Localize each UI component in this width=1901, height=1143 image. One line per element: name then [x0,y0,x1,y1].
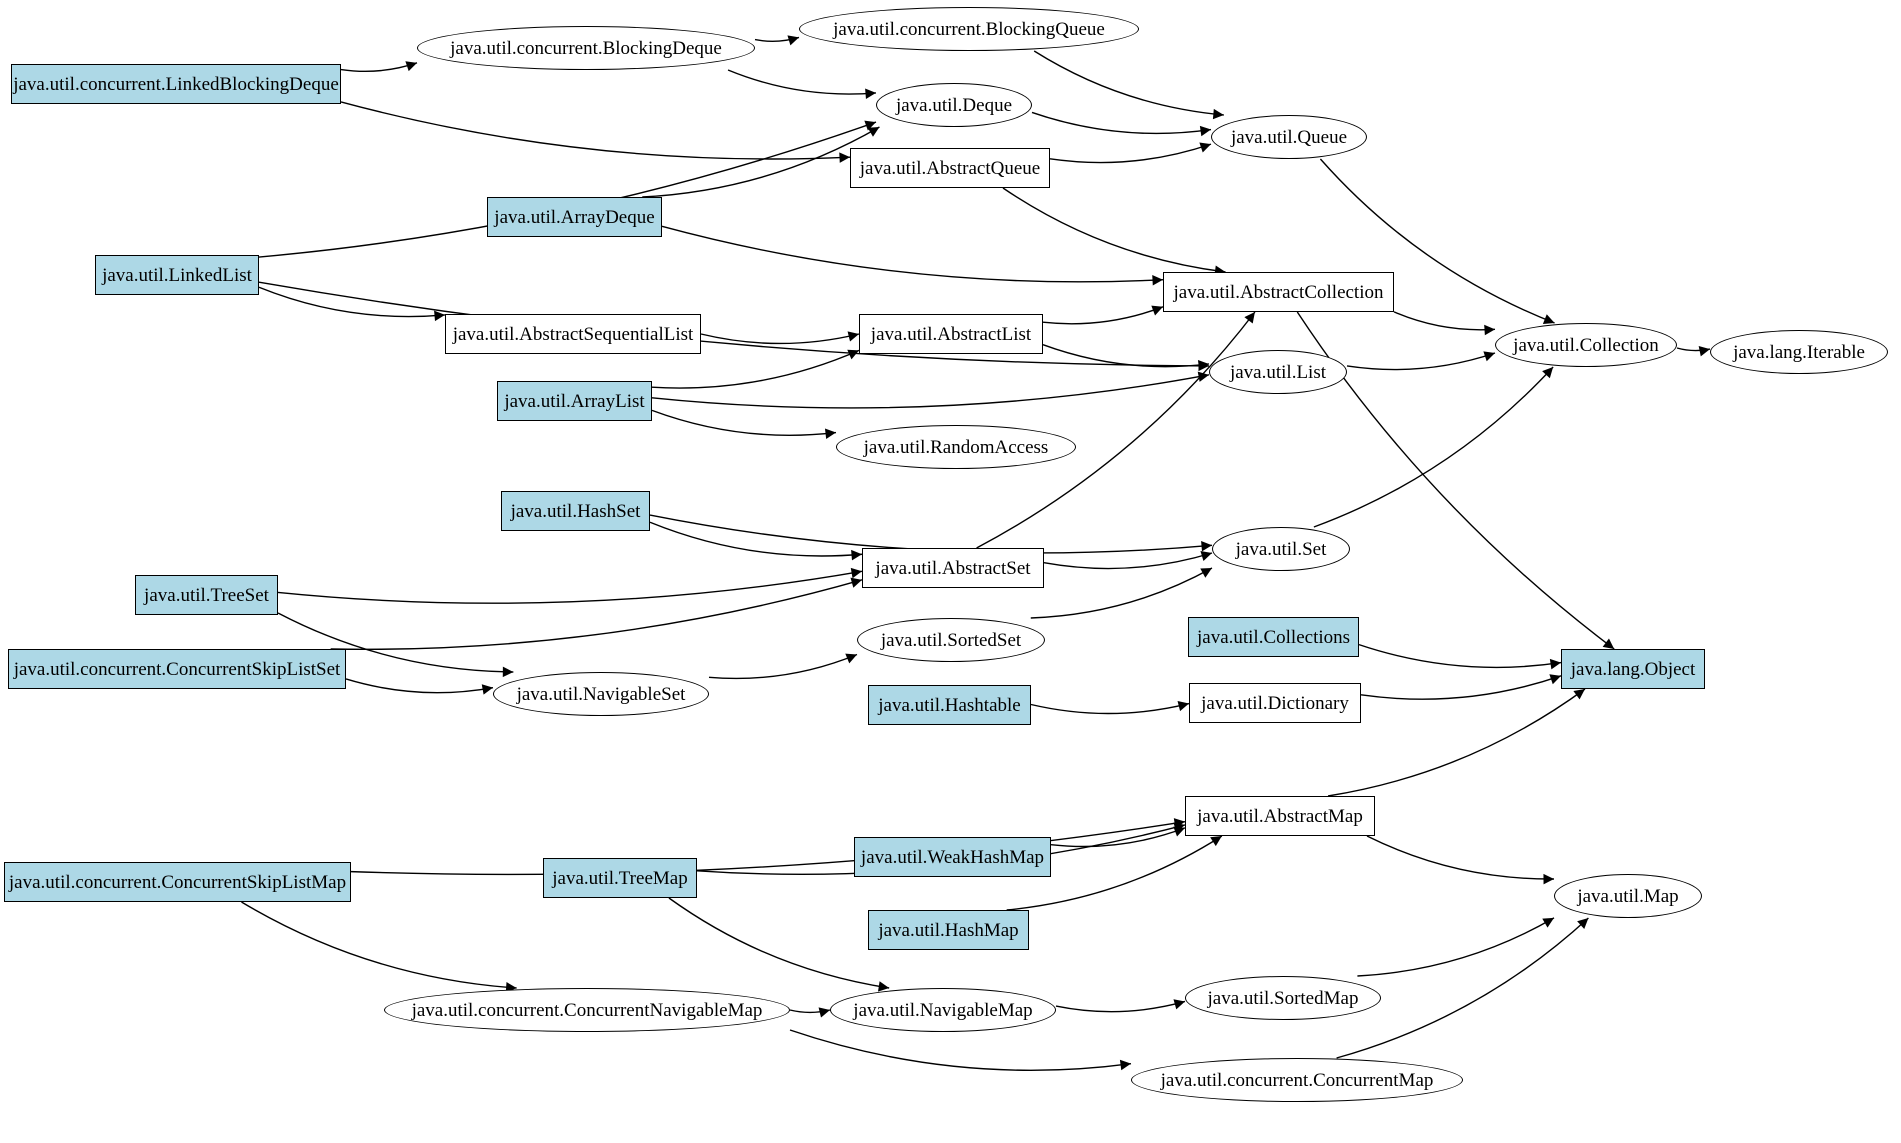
edge-ArrayDeque-to-AbstractCollection [662,226,1163,282]
edge-Collections-to-Object [1359,645,1561,668]
edge-BlockingQueue-to-Queue [1034,51,1224,115]
node-LinkedBlockingDeque: java.util.concurrent.LinkedBlockingDeque [11,64,341,104]
node-Iterable: java.lang.Iterable [1710,330,1888,374]
edge-ArrayList-to-AbstractList [652,350,859,388]
edge-ConcurrentSkipListSet-to-NavigableSet [346,679,493,693]
node-AbstractQueue: java.util.AbstractQueue [850,148,1050,188]
node-LinkedList: java.util.LinkedList [95,255,259,295]
node-NavigableSet: java.util.NavigableSet [493,672,709,716]
edge-AbstractCollection-to-Collection [1394,312,1495,330]
edge-ArrayList-to-List [652,375,1209,408]
edge-SortedMap-to-Map [1357,918,1554,976]
edge-SortedSet-to-Set [1031,568,1212,618]
node-AbstractMap: java.util.AbstractMap [1185,796,1375,836]
edge-Set-to-Collection [1314,367,1553,527]
edge-Dictionary-to-Object [1361,676,1561,699]
edge-LinkedBlockingDeque-to-BlockingDeque [341,63,417,72]
edge-ArrayDeque-to-Deque [642,127,879,197]
node-AbstractList: java.util.AbstractList [859,314,1043,354]
edge-AbstractMap-to-Map [1367,836,1554,879]
edge-AbstractSet-to-Set [1044,553,1212,569]
node-ArrayList: java.util.ArrayList [497,381,652,421]
edge-TreeSet-to-AbstractSet [278,571,862,603]
node-ConcurrentMap: java.util.concurrent.ConcurrentMap [1131,1058,1463,1102]
edge-HashSet-to-AbstractSet [650,522,862,556]
edge-ConcurrentMap-to-Map [1337,918,1589,1058]
node-Collections: java.util.Collections [1188,617,1359,657]
edge-ConcurrentSkipListMap-to-AbstractMap [351,822,1185,875]
edge-AbstractSequentialList-to-AbstractList [701,334,859,343]
edge-AbstractMap-to-Object [1328,689,1585,796]
edge-NavigableSet-to-SortedSet [709,655,857,679]
node-HashMap: java.util.HashMap [868,910,1029,950]
edge-AbstractList-to-AbstractCollection [1043,307,1163,324]
node-SortedSet: java.util.SortedSet [857,618,1045,662]
node-Collection: java.util.Collection [1495,323,1677,367]
edge-LinkedBlockingDeque-to-AbstractQueue [341,102,850,159]
edge-ArrayList-to-RandomAccess [652,410,836,435]
node-BlockingQueue: java.util.concurrent.BlockingQueue [799,7,1139,51]
edge-LinkedList-to-AbstractSequentialList [259,287,445,316]
edge-NavigableMap-to-SortedMap [1056,1001,1185,1011]
node-TreeSet: java.util.TreeSet [135,575,278,615]
node-ArrayDeque: java.util.ArrayDeque [487,197,662,237]
edge-AbstractList-to-List [1043,345,1209,367]
node-Object: java.lang.Object [1561,649,1705,689]
edge-Hashtable-to-Dictionary [1031,704,1189,714]
edge-List-to-Collection [1347,353,1495,370]
node-TreeMap: java.util.TreeMap [543,858,697,898]
edge-ConcurrentSkipListMap-to-ConcurrentNavigableMap [241,902,516,988]
node-Queue: java.util.Queue [1211,115,1367,159]
edge-BlockingDeque-to-BlockingQueue [755,37,799,41]
node-AbstractCollection: java.util.AbstractCollection [1163,272,1394,312]
edge-LinkedList-to-List [259,282,1209,366]
edge-Collection-to-Iterable [1677,348,1710,351]
node-Deque: java.util.Deque [876,83,1032,127]
node-AbstractSet: java.util.AbstractSet [862,548,1044,588]
node-List: java.util.List [1209,350,1347,394]
edge-TreeMap-to-NavigableMap [669,898,889,988]
edge-ConcurrentNavigableMap-to-ConcurrentMap [790,1030,1131,1070]
edge-ConcurrentNavigableMap-to-NavigableMap [790,1010,830,1012]
edge-WeakHashMap-to-AbstractMap [1051,828,1185,847]
node-AbstractSequentialList: java.util.AbstractSequentialList [445,314,701,354]
node-Dictionary: java.util.Dictionary [1189,683,1361,723]
node-RandomAccess: java.util.RandomAccess [836,425,1076,469]
node-HashSet: java.util.HashSet [501,491,650,531]
edge-AbstractQueue-to-Queue [1050,144,1211,162]
node-NavigableMap: java.util.NavigableMap [830,988,1056,1032]
node-Set: java.util.Set [1212,527,1350,571]
node-Hashtable: java.util.Hashtable [868,685,1031,725]
edge-AbstractQueue-to-AbstractCollection [1003,188,1226,272]
node-SortedMap: java.util.SortedMap [1185,976,1381,1020]
edge-ConcurrentSkipListSet-to-AbstractSet [331,580,862,649]
node-ConcurrentSkipListSet: java.util.concurrent.ConcurrentSkipListS… [8,649,346,689]
node-WeakHashMap: java.util.WeakHashMap [854,837,1051,877]
edge-BlockingDeque-to-Deque [728,70,876,94]
edge-Deque-to-Queue [1032,112,1211,133]
node-BlockingDeque: java.util.concurrent.BlockingDeque [417,26,755,70]
class-hierarchy-diagram: java.lang.Iterable java.util.Collection ja… [0,0,1901,1143]
node-Map: java.util.Map [1554,874,1702,918]
node-ConcurrentNavigableMap: java.util.concurrent.ConcurrentNavigable… [384,988,790,1032]
node-ConcurrentSkipListMap: java.util.concurrent.ConcurrentSkipListM… [4,862,351,902]
